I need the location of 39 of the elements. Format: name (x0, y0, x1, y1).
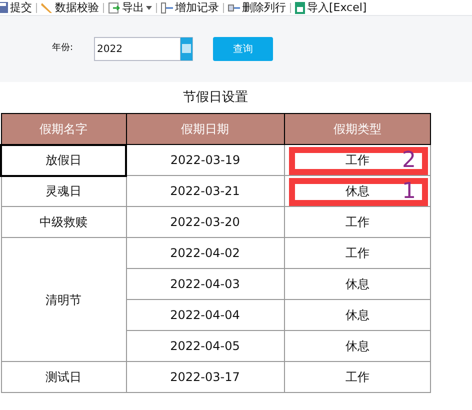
table-cell-text: 休息 (345, 339, 370, 353)
table-cell-text: 工作 (345, 153, 370, 167)
annotation-number: 1 (402, 181, 416, 203)
table-cell[interactable]: 灵魂日 (1, 176, 126, 206)
toolbar-button[interactable]: 导入[Excel] (295, 2, 367, 14)
table-cell: 2022-04-04 (126, 300, 284, 330)
table-cell-text: 工作 (345, 215, 370, 229)
table-cell: 2022-04-03 (126, 268, 284, 300)
year-label: 年份: (52, 42, 74, 56)
year-field[interactable]: 2022 (94, 37, 180, 61)
add-row-icon (161, 2, 173, 14)
toolbar-button[interactable]: 删除列行 (228, 2, 286, 14)
column-header: 假期类型 (284, 114, 430, 144)
table-cell-text: 休息 (345, 277, 370, 291)
table-cell-text: 工作 (345, 370, 370, 384)
table-cell[interactable]: 中级救赎 (1, 206, 126, 238)
annotation-number: 2 (402, 150, 416, 172)
calendar-icon[interactable] (180, 37, 193, 61)
column-header: 假期日期 (126, 114, 284, 144)
pencil-icon (41, 2, 53, 14)
table-cell[interactable]: 清明节 (1, 238, 126, 362)
table-cell: 2022-04-02 (126, 238, 284, 268)
table-cell: 2022-04-05 (126, 330, 284, 362)
table-cell: 2022-03-21 (126, 176, 284, 206)
table-cell[interactable]: 放假日 (1, 144, 126, 176)
table-cell-text: 休息 (345, 308, 370, 322)
table-cell[interactable]: 测试日 (1, 362, 126, 392)
toolbar-button[interactable]: 导出 (108, 2, 152, 14)
table-cell: 2022-03-19 (126, 144, 284, 176)
column-header: 假期名字 (1, 114, 126, 144)
toolbar-button[interactable]: 提交 (0, 2, 32, 13)
toolbar-button[interactable]: 数据校验 (41, 2, 99, 14)
toolbar-button[interactable]: 增加记录 (161, 2, 219, 14)
table-title: 节假日设置 (182, 89, 249, 107)
table-cell: 2022-03-17 (126, 362, 284, 392)
table-cell-text: 休息 (345, 184, 370, 198)
table-cell: 2022-03-20 (126, 206, 284, 238)
table-cell-text: 工作 (345, 246, 370, 260)
delete-row-icon (228, 2, 240, 14)
